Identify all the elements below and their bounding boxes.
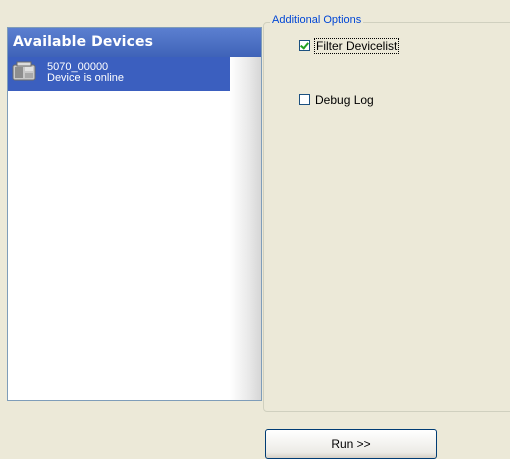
additional-options-group (263, 22, 510, 412)
run-button-label: Run >> (331, 437, 371, 451)
device-icon (12, 61, 36, 81)
filter-devicelist-checkbox[interactable]: Filter Devicelist (299, 37, 400, 54)
additional-options-legend: Additional Options (270, 14, 364, 26)
checkbox-box[interactable] (299, 94, 310, 105)
list-shade-strip (230, 57, 261, 400)
available-devices-list[interactable]: Available Devices 5070_00000 Device is o… (7, 27, 262, 401)
checkmark-icon (300, 40, 309, 50)
devices-header: Available Devices (8, 28, 261, 58)
device-status: Device is online (47, 72, 125, 84)
debug-log-label: Debug Log (315, 92, 374, 107)
debug-log-checkbox[interactable]: Debug Log (299, 92, 374, 107)
checkbox-box[interactable] (299, 40, 310, 51)
run-button[interactable]: Run >> (265, 429, 437, 459)
devices-title: Available Devices (13, 34, 154, 50)
device-list-item[interactable]: 5070_00000 Device is online (8, 57, 230, 91)
filter-devicelist-label: Filter Devicelist (313, 37, 400, 54)
